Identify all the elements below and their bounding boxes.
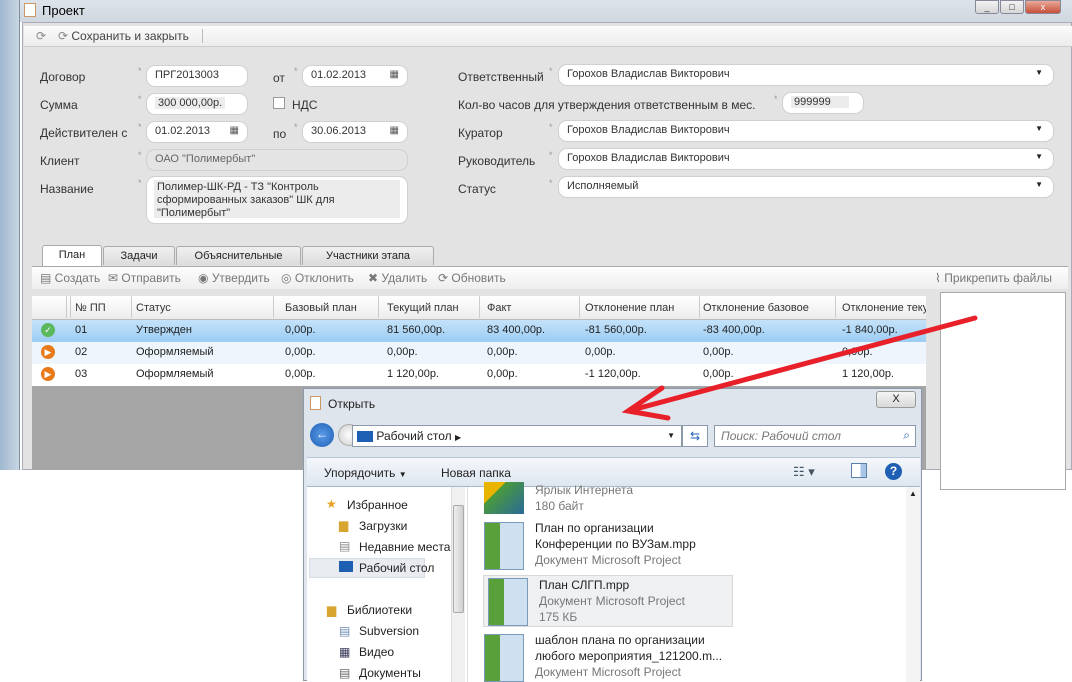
annotation-arrow xyxy=(621,315,978,421)
